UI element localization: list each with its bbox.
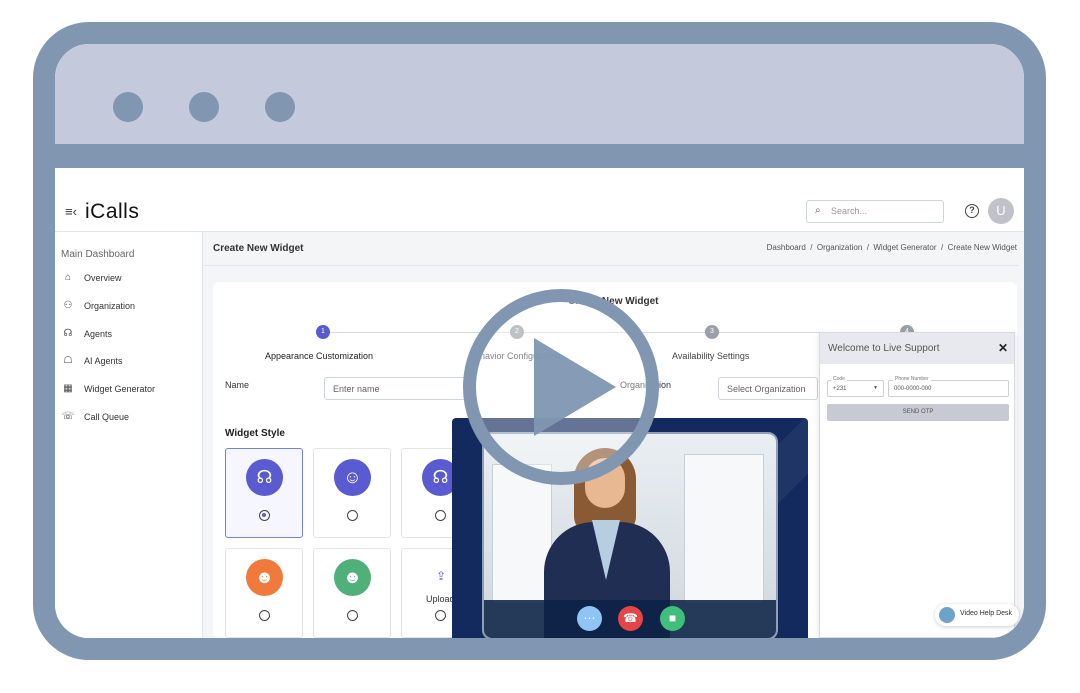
step-3-indicator[interactable]: 3 [705, 325, 719, 339]
style-radio-3[interactable] [435, 510, 446, 521]
video-help-desk-button[interactable]: Video Help Desk [935, 604, 1019, 626]
chevron-down-icon: ▼ [873, 385, 878, 391]
app-screen: ≡‹ iCalls ⌕ Search... ? U Main Dashboard… [55, 192, 1024, 638]
sidebar-item-label: Organization [84, 301, 136, 311]
support-title: Welcome to Live Support [828, 343, 940, 354]
page-header: Create New Widget Dashboard / Organizati… [204, 232, 1019, 266]
top-navbar: ≡‹ iCalls ⌕ Search... ? U [55, 192, 1024, 232]
page-title: Create New Widget [213, 243, 304, 254]
sidebar-item-label: AI Agents [84, 356, 123, 366]
sidebar-item-ai-agents[interactable]: ☖ AI Agents [61, 353, 201, 373]
help-icon[interactable]: ? [965, 204, 979, 218]
frame-notch [33, 360, 46, 384]
female-agent-avatar-icon: ☻ [246, 559, 283, 596]
code-label: Code [831, 376, 847, 382]
name-label: Name [225, 380, 250, 390]
headset-agent-icon: ☊ [246, 459, 283, 496]
headset-icon: ☊ [63, 328, 73, 339]
sidebar-item-agents[interactable]: ☊ Agents [61, 326, 201, 346]
sidebar-item-label: Widget Generator [84, 384, 156, 394]
sidebar-item-call-queue[interactable]: ☏ Call Queue [61, 409, 201, 429]
browser-frame: ≡‹ iCalls ⌕ Search... ? U Main Dashboard… [33, 22, 1046, 660]
style-radio-1[interactable] [259, 510, 270, 521]
play-icon [534, 338, 616, 436]
window-dot-2 [189, 92, 219, 122]
sidebar-item-label: Agents [84, 329, 113, 339]
menu-collapse-icon[interactable]: ≡‹ [65, 204, 77, 219]
sidebar-item-label: Call Queue [84, 412, 130, 422]
sidebar-title: Main Dashboard [61, 249, 135, 260]
home-icon: ⌂ [64, 272, 72, 283]
style-radio-5[interactable] [347, 610, 358, 621]
support-header: Welcome to Live Support ✕ [820, 333, 1014, 364]
style-radio-4[interactable] [259, 610, 270, 621]
style-radio-2[interactable] [347, 510, 358, 521]
search-placeholder: Search... [831, 206, 868, 216]
call-controls-bar: ⋯ ☎ ■ [484, 600, 776, 638]
widget-style-option-2[interactable]: ☺ [313, 448, 391, 538]
send-otp-button[interactable]: SEND OTP [827, 404, 1009, 421]
chat-bot-icon: ☺ [334, 459, 371, 496]
step-1-label: Appearance Customization [265, 351, 374, 361]
sidebar-item-overview[interactable]: ⌂ Overview [61, 270, 201, 290]
upload-icon: ⇪ [436, 569, 447, 583]
name-input[interactable]: Enter name [324, 377, 474, 400]
play-button[interactable] [463, 289, 659, 485]
male-agent-avatar-icon: ☻ [334, 559, 371, 596]
sidebar-item-organization[interactable]: ⚇ Organization [61, 298, 201, 318]
widget-style-option-5[interactable]: ☻ [313, 548, 391, 638]
sidebar: Main Dashboard ⌂ Overview ⚇ Organization… [55, 232, 203, 638]
robot-icon: ☖ [63, 355, 73, 366]
widget-style-title: Widget Style [225, 428, 285, 439]
frame-edge-bottom [33, 432, 46, 660]
widget-style-option-1[interactable]: ☊ [225, 448, 303, 538]
step-1-indicator[interactable]: 1 [316, 325, 330, 339]
office-shelf-right [684, 454, 764, 604]
frame-edge-top [33, 44, 46, 310]
window-dot-3 [265, 92, 295, 122]
widget-style-option-4[interactable]: ☻ [225, 548, 303, 638]
sidebar-item-widget-generator[interactable]: ▦ Widget Generator [61, 381, 201, 401]
app-logo: iCalls [85, 200, 140, 223]
upload-label: Upload [426, 594, 455, 604]
video-camera-icon[interactable]: ■ [660, 606, 685, 631]
window-dot-1 [113, 92, 143, 122]
user-avatar[interactable]: U [988, 198, 1014, 224]
phone-number-input[interactable]: 000-0000-000 [888, 380, 1009, 397]
search-input[interactable]: ⌕ Search... [806, 200, 944, 223]
search-icon: ⌕ [815, 205, 821, 216]
chat-icon[interactable]: ⋯ [577, 606, 602, 631]
style-radio-6[interactable] [435, 610, 446, 621]
phone-number-label: Phone Number [893, 376, 931, 382]
close-icon[interactable]: ✕ [998, 341, 1008, 355]
office-shelf-left [492, 464, 552, 604]
video-help-label: Video Help Desk [960, 610, 1013, 617]
agent-avatar-icon [939, 607, 955, 623]
window-titlebar [55, 44, 1024, 168]
phone-icon: ☏ [61, 411, 75, 422]
grid-icon: ▦ [63, 383, 73, 394]
sidebar-item-label: Overview [84, 273, 122, 283]
country-code-select[interactable]: +231 ▼ [827, 380, 884, 397]
breadcrumb[interactable]: Dashboard / Organization / Widget Genera… [767, 243, 1017, 252]
live-support-widget: Welcome to Live Support ✕ +231 ▼ Code 00… [819, 332, 1015, 638]
step-3-label: Availability Settings [672, 351, 750, 361]
users-icon: ⚇ [63, 300, 73, 311]
end-call-icon[interactable]: ☎ [618, 606, 643, 631]
organization-select[interactable]: Select Organization [718, 377, 818, 400]
country-code-value: +231 [833, 386, 847, 392]
